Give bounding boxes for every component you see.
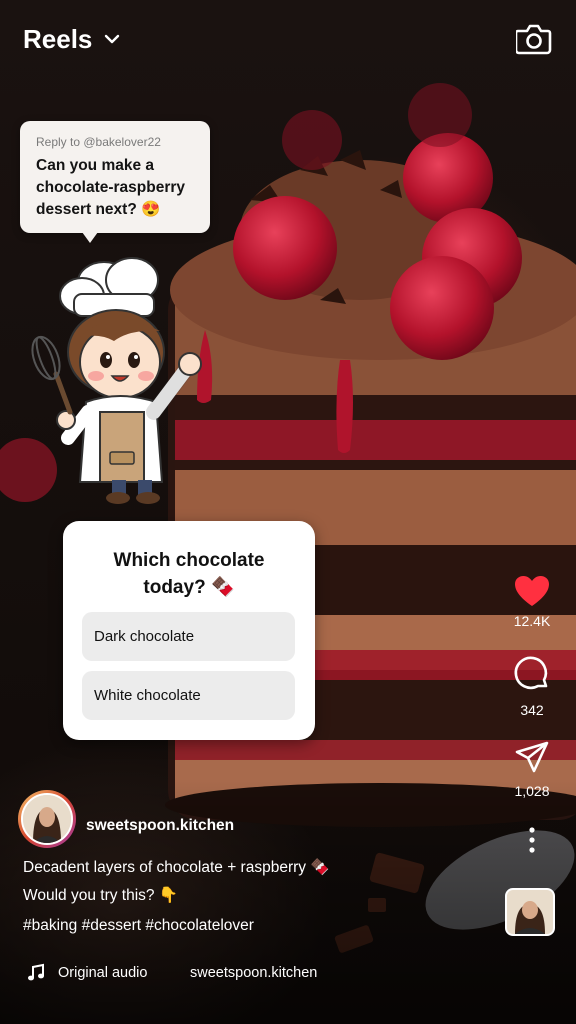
camera-icon[interactable] bbox=[516, 22, 552, 56]
share-icon[interactable] bbox=[514, 740, 550, 774]
comment-action[interactable]: 342 bbox=[500, 655, 564, 718]
share-action[interactable]: 1,028 bbox=[500, 740, 564, 799]
poll-sticker: Which chocolate today? 🍫 Dark chocolate … bbox=[63, 521, 315, 740]
reply-to-label: Reply to @bakelover22 bbox=[36, 135, 161, 149]
audio-thumbnail[interactable] bbox=[505, 888, 555, 936]
music-note-icon bbox=[28, 963, 44, 981]
like-count: 12.4K bbox=[513, 613, 551, 629]
top-bar: Reels bbox=[0, 0, 576, 80]
more-icon[interactable] bbox=[524, 826, 540, 854]
comment-reply-sticker[interactable]: Reply to @bakelover22 Can you make a cho… bbox=[20, 121, 210, 243]
caption-hashtags[interactable]: #baking #dessert #chocolatelover bbox=[23, 917, 254, 935]
heart-icon[interactable] bbox=[513, 574, 551, 608]
author-username[interactable]: sweetspoon.kitchen bbox=[86, 817, 234, 835]
audio-artist[interactable]: sweetspoon.kitchen bbox=[190, 965, 317, 981]
caption-line-1: Decadent layers of chocolate + raspberry… bbox=[23, 859, 330, 876]
caption-line-2: Would you try this? 👇 bbox=[23, 887, 179, 904]
poll-option-dark-chocolate[interactable]: Dark chocolate bbox=[82, 612, 295, 661]
share-count: 1,028 bbox=[514, 783, 550, 799]
chevron-down-icon[interactable] bbox=[103, 30, 121, 48]
like-action[interactable]: 12.4K bbox=[500, 574, 564, 629]
comment-icon[interactable] bbox=[513, 655, 551, 693]
poll-option-white-chocolate[interactable]: White chocolate bbox=[82, 671, 295, 720]
avatar[interactable] bbox=[21, 793, 73, 845]
poll-question: Which chocolate today? 🍫 bbox=[113, 550, 265, 598]
reply-comment-text: Can you make a chocolate-raspberry desse… bbox=[36, 157, 186, 218]
chef-sticker bbox=[31, 257, 202, 504]
audio-label[interactable]: Original audio bbox=[58, 965, 147, 981]
reels-title[interactable]: Reels bbox=[23, 24, 92, 55]
avatar-story-ring[interactable] bbox=[18, 790, 76, 848]
comment-count: 342 bbox=[520, 702, 544, 718]
reels-screen: Reels Reply to @bakelover22 Can you make… bbox=[0, 0, 576, 1024]
